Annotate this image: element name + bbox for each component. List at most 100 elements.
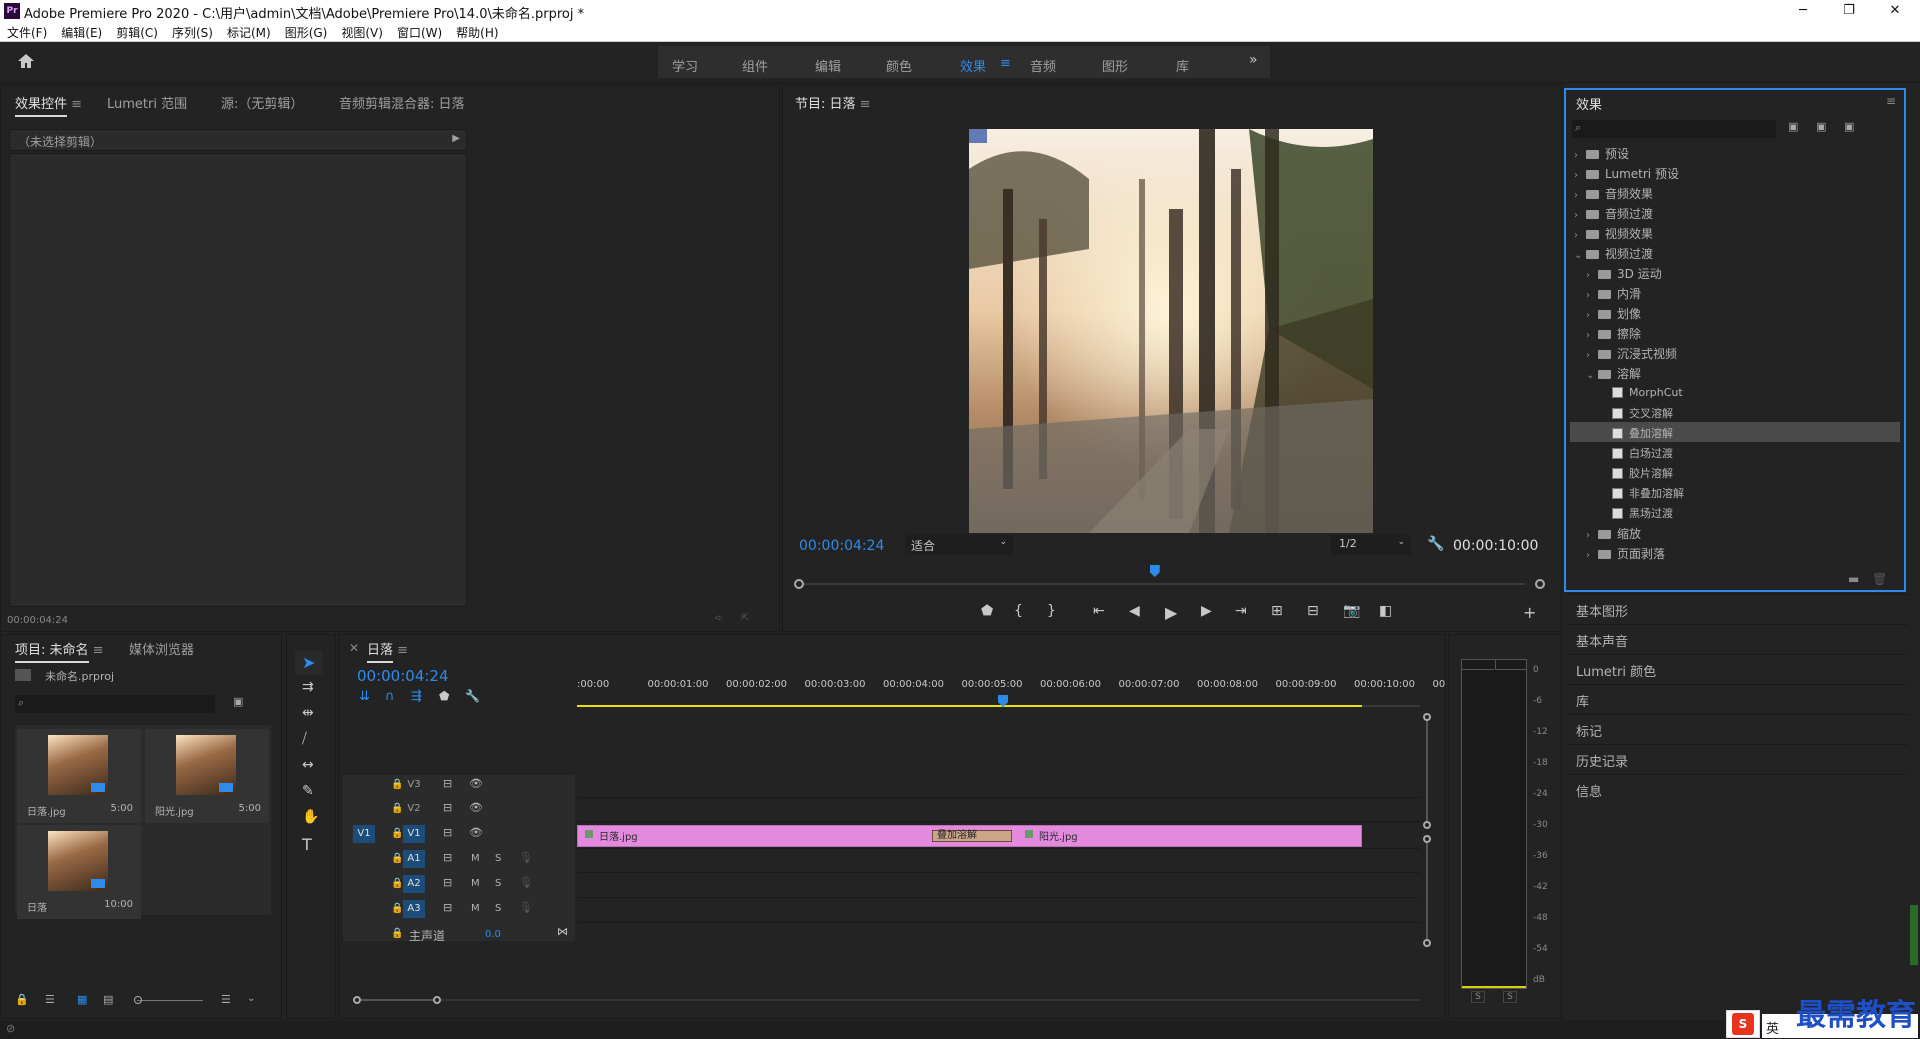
effects-item[interactable]: 非叠加溶解 [1570, 482, 1900, 502]
menu-item[interactable]: 视图(V) [334, 22, 390, 43]
chevron-right-icon[interactable]: › [1586, 350, 1596, 361]
effects-folder[interactable]: › 沉浸式视频 [1570, 342, 1900, 362]
effects-item[interactable]: MorphCut [1570, 382, 1900, 402]
v2-eye-icon[interactable]: 👁 [469, 801, 483, 814]
project-tab[interactable]: 媒体浏览器 [129, 639, 194, 658]
type-tool-icon[interactable]: T [302, 835, 312, 854]
razor-tool-icon[interactable]: ⧸ [302, 731, 307, 747]
track-select-tool-icon[interactable]: ⇉ [302, 679, 314, 695]
panel-menu-icon[interactable]: ≡ [67, 97, 82, 112]
scrubber-end-handle[interactable] [1535, 579, 1545, 589]
workspace-tab[interactable]: 颜色 [886, 56, 912, 75]
effects-folder[interactable]: › 音频效果 [1570, 182, 1900, 202]
chevron-right-icon[interactable]: › [1574, 230, 1584, 241]
a1-lock-icon[interactable]: 🔒 [391, 853, 403, 864]
effects-item[interactable]: 叠加溶解 [1570, 422, 1900, 442]
effects-search-input[interactable]: ⌕ [1572, 120, 1776, 138]
a-scroll-top-handle[interactable] [1423, 835, 1431, 843]
right-solo-button[interactable]: S [1503, 991, 1517, 1003]
project-item[interactable]: 日落 10:00 [17, 825, 141, 919]
zoom-slider[interactable] [137, 1000, 203, 1001]
effects-folder[interactable]: ⌄ 溶解 [1570, 362, 1900, 382]
button-editor-icon[interactable]: + [1523, 603, 1536, 622]
close-button[interactable]: ✕ [1872, 0, 1918, 22]
workspace-tab[interactable]: 学习 [672, 56, 698, 75]
lift-icon[interactable]: ⊞ [1271, 603, 1283, 619]
v2-sync-lock-icon[interactable]: ⊟ [443, 801, 452, 814]
side-panel-tab[interactable]: 历史记录 [1568, 744, 1908, 772]
effects-folder[interactable]: › 预设 [1570, 142, 1900, 162]
menu-item[interactable]: 窗口(W) [390, 22, 449, 43]
nest-icon[interactable]: ⇊ [359, 689, 370, 704]
menu-item[interactable]: 文件(F) [0, 22, 54, 43]
snap-icon[interactable]: ∩ [385, 689, 395, 704]
chevron-right-icon[interactable]: › [1574, 150, 1584, 161]
chevron-right-icon[interactable]: › [1586, 530, 1596, 541]
panel-menu-icon[interactable]: ≡ [1886, 94, 1896, 108]
sogou-logo-icon[interactable]: S [1732, 1013, 1754, 1035]
side-panel-tab[interactable]: 库 [1568, 684, 1908, 712]
a3-lock-icon[interactable]: 🔒 [391, 903, 403, 914]
pen-tool-icon[interactable]: ✎ [302, 783, 314, 799]
video-vertical-scrollbar[interactable] [1426, 721, 1428, 821]
ec-play-audio-icon[interactable]: ➪ [715, 613, 723, 624]
a3-solo-button[interactable]: S [495, 903, 501, 914]
project-item[interactable]: 日落.jpg 5:00 [17, 729, 141, 823]
side-panel-tab[interactable]: 基本声音 [1568, 624, 1908, 652]
side-panel-tab[interactable]: 基本图形 [1568, 594, 1908, 622]
a3-sync-lock-icon[interactable]: ⊟ [443, 901, 452, 914]
ec-export-icon[interactable]: ⇱ [741, 613, 749, 624]
add-marker-icon[interactable]: ⬟ [981, 603, 993, 619]
ime-mode[interactable]: 英 [1766, 1018, 1779, 1037]
timeline-ruler[interactable]: :00:00 00:00:01:00 00:00:02:00 00:00:03:00 0… [577, 679, 1445, 693]
icon-view-icon[interactable]: ▦ [77, 993, 87, 1006]
v1-lock-icon[interactable]: 🔒 [391, 828, 403, 839]
side-panel-tab[interactable]: 标记 [1568, 714, 1908, 742]
effects-item[interactable]: 胶片溶解 [1570, 462, 1900, 482]
effects-item[interactable]: 黑场过渡 [1570, 502, 1900, 522]
chevron-right-icon[interactable]: › [1586, 270, 1596, 281]
zoom-slider-handle[interactable] [134, 996, 142, 1004]
v1-eye-icon[interactable]: 👁 [469, 826, 483, 839]
h-scroll-left-handle[interactable] [353, 996, 361, 1004]
menu-item[interactable]: 编辑(E) [54, 22, 109, 43]
expand-arrow-icon[interactable]: ▶ [452, 133, 460, 144]
hand-tool-icon[interactable]: ✋ [302, 809, 319, 825]
chevron-down-icon[interactable]: ⌄ [247, 993, 255, 1004]
a2-mic-icon[interactable]: 🎙 [519, 876, 533, 889]
v2-lock-icon[interactable]: 🔒 [391, 803, 403, 814]
slip-tool-icon[interactable]: ↔ [302, 757, 314, 773]
clip-sunset[interactable]: 日落.jpg [579, 826, 934, 846]
new-bin-icon[interactable]: ▬ [1848, 572, 1859, 586]
effects-folder[interactable]: › 音频过渡 [1570, 202, 1900, 222]
effects-folder[interactable]: › 擦除 [1570, 322, 1900, 342]
freeform-view-icon[interactable]: ▤ [103, 993, 113, 1006]
fit-dropdown[interactable]: 适合 ⌄ [905, 535, 1013, 555]
a3-mute-button[interactable]: M [471, 903, 480, 914]
effects-folder[interactable]: › 划像 [1570, 302, 1900, 322]
a2-solo-button[interactable]: S [495, 878, 501, 889]
go-to-out-icon[interactable]: ⇥ [1235, 603, 1247, 619]
close-sequence-icon[interactable]: ✕ [349, 641, 359, 655]
restore-button[interactable]: ❐ [1826, 0, 1872, 22]
linked-selection-icon[interactable]: ⇶ [411, 689, 422, 704]
add-marker-icon[interactable]: ⬟ [439, 689, 449, 703]
step-forward-icon[interactable]: ▶ [1201, 603, 1212, 619]
project-item[interactable]: 阳光.jpg 5:00 [145, 729, 269, 823]
workspace-tab[interactable]: 库 [1176, 56, 1189, 75]
delete-icon[interactable]: 🗑 [1872, 572, 1887, 586]
a1-sync-lock-icon[interactable]: ⊟ [443, 851, 452, 864]
master-lock-icon[interactable]: 🔒 [391, 928, 403, 939]
chevron-right-icon[interactable]: › [1586, 310, 1596, 321]
mark-out-icon[interactable]: } [1047, 603, 1056, 619]
track-a2-target[interactable]: A2 [403, 875, 425, 893]
chevron-down-icon[interactable]: ⌄ [1574, 250, 1584, 261]
panel-menu-icon[interactable]: ≡ [89, 643, 104, 658]
chevron-right-icon[interactable]: › [1574, 190, 1584, 201]
effects-folder[interactable]: ⌄ 视频过渡 [1570, 242, 1900, 262]
h-scroll-right-handle[interactable] [433, 996, 441, 1004]
chevron-down-icon[interactable]: ⌄ [1586, 370, 1596, 381]
minimize-button[interactable]: ─ [1780, 0, 1826, 22]
program-current-timecode[interactable]: 00:00:04:24 [799, 538, 884, 554]
v3-lock-icon[interactable]: 🔒 [391, 779, 403, 790]
